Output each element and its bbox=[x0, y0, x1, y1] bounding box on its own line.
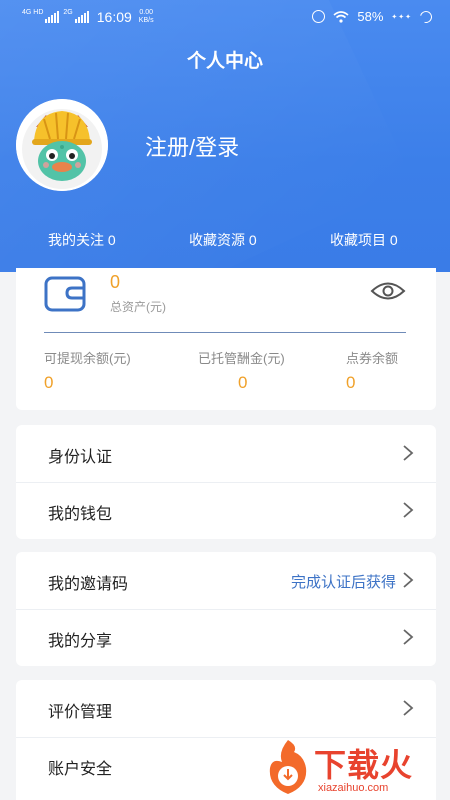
mascot-avatar-icon bbox=[16, 99, 108, 191]
watermark-url: xiazaihuo.com bbox=[318, 782, 389, 794]
chevron-right-icon bbox=[403, 629, 414, 645]
watermark-logo: 下载火 xiazaihuo.com bbox=[262, 738, 450, 798]
menu-item-label: 我的分享 bbox=[48, 633, 113, 650]
invite-code-hint: 完成认证后获得 bbox=[290, 574, 396, 591]
menu-item-label: 我的钱包 bbox=[48, 506, 113, 523]
avatar[interactable] bbox=[16, 99, 108, 191]
balance-value: 0 bbox=[346, 373, 356, 392]
stat-saved-projects[interactable]: 收藏项目 0 bbox=[330, 230, 398, 250]
chevron-right-icon bbox=[403, 445, 414, 461]
network-2-label: 2G bbox=[63, 8, 73, 16]
moon-icon bbox=[417, 8, 435, 25]
profile-header: 4G HD 2G 16:09 0.00 KB/s 58% ✦✦✦ 个人中心 注册… bbox=[0, 0, 450, 272]
clock-time: 16:09 bbox=[96, 9, 132, 25]
eye-icon[interactable] bbox=[370, 280, 406, 302]
withdrawable-balance: 可提现余额(元) 0 bbox=[44, 348, 131, 393]
stats-bar: 我的关注 0 收藏资源 0 收藏项目 0 bbox=[0, 230, 450, 252]
menu-item-review-management[interactable]: 评价管理 bbox=[16, 680, 436, 737]
assets-divider bbox=[44, 332, 406, 333]
balance-value: 0 bbox=[238, 373, 248, 392]
chevron-right-icon bbox=[403, 700, 414, 716]
network-speed: 0.00 KB/s bbox=[139, 9, 154, 25]
balance-label: 点券余额 bbox=[346, 351, 399, 366]
menu-item-identity-verification[interactable]: 身份认证 bbox=[16, 425, 436, 482]
coupon-balance: 点券余额 0 bbox=[346, 348, 398, 393]
speed-unit: KB/s bbox=[138, 17, 154, 24]
sparkle-icon: ✦✦✦ bbox=[391, 13, 412, 21]
register-login-link[interactable]: 注册/登录 bbox=[145, 130, 239, 162]
total-assets-value: 0 bbox=[110, 272, 121, 292]
menu-item-label: 账户安全 bbox=[48, 761, 113, 778]
menu-item-my-share[interactable]: 我的分享 bbox=[16, 609, 436, 666]
total-assets-label: 总资产(元) bbox=[110, 300, 166, 314]
signal-1-icon bbox=[45, 11, 60, 23]
page-title: 个人中心 bbox=[186, 51, 263, 72]
status-bar: 4G HD 2G 16:09 0.00 KB/s 58% ✦✦✦ bbox=[0, 0, 450, 34]
wallet-icon bbox=[44, 276, 86, 312]
chevron-right-icon bbox=[403, 572, 414, 588]
menu-item-label: 我的邀请码 bbox=[48, 576, 129, 593]
stat-saved-resources[interactable]: 收藏资源 0 bbox=[189, 230, 257, 250]
menu-group-invite: 我的邀请码 完成认证后获得 我的分享 bbox=[16, 552, 436, 666]
network-1-label: 4G HD bbox=[22, 8, 44, 16]
menu-item-invite-code[interactable]: 我的邀请码 完成认证后获得 bbox=[16, 552, 436, 609]
alarm-icon bbox=[312, 10, 326, 23]
balance-label: 已托管酬金(元) bbox=[198, 351, 285, 366]
menu-item-my-wallet[interactable]: 我的钱包 bbox=[16, 482, 436, 539]
wifi-icon bbox=[333, 10, 349, 23]
menu-item-label: 评价管理 bbox=[48, 704, 113, 721]
balance-value: 0 bbox=[44, 373, 54, 392]
flame-icon bbox=[269, 740, 307, 794]
battery-level: 58% bbox=[357, 9, 384, 24]
speed-value: 0.00 bbox=[139, 9, 153, 16]
balance-label: 可提现余额(元) bbox=[44, 351, 131, 366]
stat-following[interactable]: 我的关注 0 bbox=[48, 230, 116, 250]
escrow-balance: 已托管酬金(元) 0 bbox=[198, 348, 285, 393]
signal-2-icon bbox=[74, 11, 89, 23]
menu-item-label: 身份认证 bbox=[48, 449, 113, 466]
watermark-brand: 下载火 bbox=[314, 747, 414, 783]
assets-card: 0 总资产(元) 可提现余额(元) 0 已托管酬金(元) 0 点券余额 0 bbox=[16, 268, 436, 410]
chevron-right-icon bbox=[403, 502, 414, 518]
menu-group-verification: 身份认证 我的钱包 bbox=[16, 425, 436, 539]
